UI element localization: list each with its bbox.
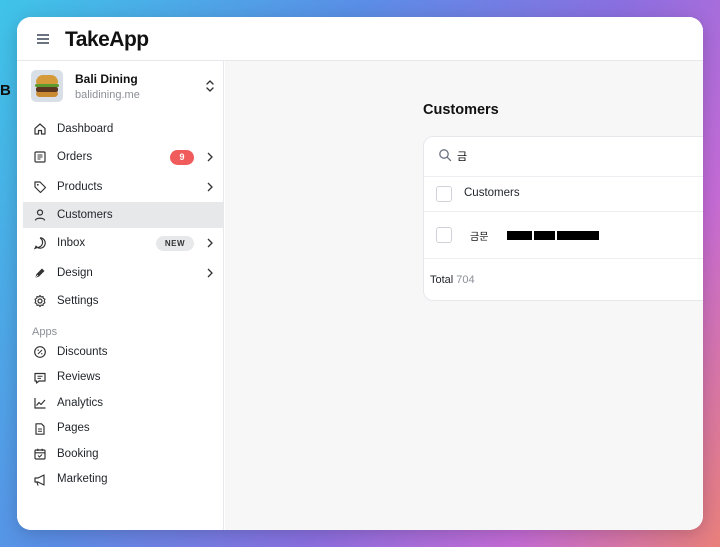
nav-item-customers[interactable]: Customers bbox=[23, 202, 224, 228]
nav-item-discounts[interactable]: Discounts bbox=[23, 340, 224, 364]
tag-icon bbox=[34, 181, 47, 194]
customers-card: Customers 금문 Total704 bbox=[423, 136, 703, 301]
page-title: Customers bbox=[423, 102, 499, 118]
nav-label: Products bbox=[57, 181, 103, 193]
nav-label: Marketing bbox=[57, 473, 108, 486]
whatsapp-icon bbox=[33, 237, 46, 250]
main-nav: Dashboard Orders 9 Products Customers In… bbox=[23, 116, 224, 316]
nav-item-settings[interactable]: Settings bbox=[23, 288, 224, 314]
search-icon bbox=[439, 149, 452, 162]
nav-label: Booking bbox=[57, 447, 99, 460]
top-bar: TakeApp bbox=[17, 17, 703, 61]
nav-item-design[interactable]: Design bbox=[23, 260, 224, 286]
nav-label: Customers bbox=[57, 209, 113, 221]
customer-name: 금문 bbox=[470, 232, 489, 243]
main-content: Customers Customers 금문 Total704 bbox=[225, 61, 703, 530]
file-icon bbox=[35, 422, 45, 435]
receipt-icon bbox=[34, 151, 46, 163]
home-icon bbox=[34, 123, 46, 135]
nav-item-inbox[interactable]: Inbox NEW bbox=[23, 230, 224, 256]
calendar-icon bbox=[34, 448, 46, 460]
orders-count-badge: 9 bbox=[170, 150, 194, 165]
nav-item-orders[interactable]: Orders 9 bbox=[23, 144, 224, 170]
apps-section-title: Apps bbox=[32, 326, 58, 338]
nav-item-booking[interactable]: Booking bbox=[23, 442, 224, 466]
apps-nav: Discounts Reviews Analytics Pages Bookin… bbox=[23, 340, 224, 493]
nav-label: Pages bbox=[57, 422, 90, 435]
table-header: Customers bbox=[424, 177, 703, 212]
store-avatar bbox=[31, 70, 63, 102]
nav-item-dashboard[interactable]: Dashboard bbox=[23, 116, 224, 142]
redacted-info bbox=[534, 231, 555, 240]
nav-item-reviews[interactable]: Reviews bbox=[23, 366, 224, 390]
new-badge: NEW bbox=[155, 236, 194, 251]
message-icon bbox=[34, 372, 46, 384]
megaphone-icon bbox=[34, 473, 45, 486]
total-label: Total bbox=[430, 274, 454, 286]
app-window: TakeApp Bali Dining balidining.me Dashbo… bbox=[17, 17, 703, 530]
select-all-checkbox[interactable] bbox=[436, 186, 452, 202]
store-name: Bali Dining bbox=[75, 72, 138, 86]
chevron-right-icon bbox=[207, 268, 213, 278]
redacted-info bbox=[507, 231, 532, 240]
redacted-info bbox=[557, 231, 599, 240]
pen-icon bbox=[34, 268, 45, 279]
user-icon bbox=[34, 209, 46, 221]
background-window-letter: B bbox=[0, 82, 11, 99]
nav-item-marketing[interactable]: Marketing bbox=[23, 468, 224, 492]
row-checkbox[interactable] bbox=[436, 227, 452, 243]
store-switcher[interactable]: Bali Dining balidining.me bbox=[31, 70, 216, 102]
menu-icon[interactable] bbox=[37, 34, 49, 44]
nav-item-products[interactable]: Products bbox=[23, 174, 224, 200]
nav-label: Settings bbox=[57, 295, 99, 307]
nav-label: Analytics bbox=[57, 396, 104, 409]
nav-label: Dashboard bbox=[57, 123, 114, 135]
chevron-up-down-icon bbox=[206, 80, 214, 92]
sidebar: Bali Dining balidining.me Dashboard Orde… bbox=[17, 61, 224, 530]
search-bar bbox=[424, 137, 703, 177]
nav-label: Orders bbox=[57, 151, 93, 163]
table-row[interactable]: 금문 bbox=[424, 212, 703, 259]
chart-line-icon bbox=[34, 398, 46, 409]
app-logo: TakeApp bbox=[65, 28, 149, 51]
chevron-right-icon bbox=[207, 152, 213, 162]
chevron-right-icon bbox=[207, 238, 213, 248]
chevron-right-icon bbox=[207, 182, 213, 192]
search-input[interactable] bbox=[457, 146, 697, 166]
nav-label: Discounts bbox=[57, 345, 108, 358]
nav-label: Inbox bbox=[57, 237, 86, 249]
column-header-customers: Customers bbox=[464, 187, 520, 199]
store-domain: balidining.me bbox=[75, 89, 140, 101]
total-count: Total 704 bbox=[430, 274, 475, 286]
nav-label: Design bbox=[57, 267, 93, 279]
total-number: 704 bbox=[456, 274, 475, 286]
gear-icon bbox=[34, 294, 46, 308]
nav-label: Reviews bbox=[57, 371, 101, 384]
nav-item-analytics[interactable]: Analytics bbox=[23, 391, 224, 415]
percent-icon bbox=[34, 346, 46, 358]
nav-item-pages[interactable]: Pages bbox=[23, 417, 224, 441]
